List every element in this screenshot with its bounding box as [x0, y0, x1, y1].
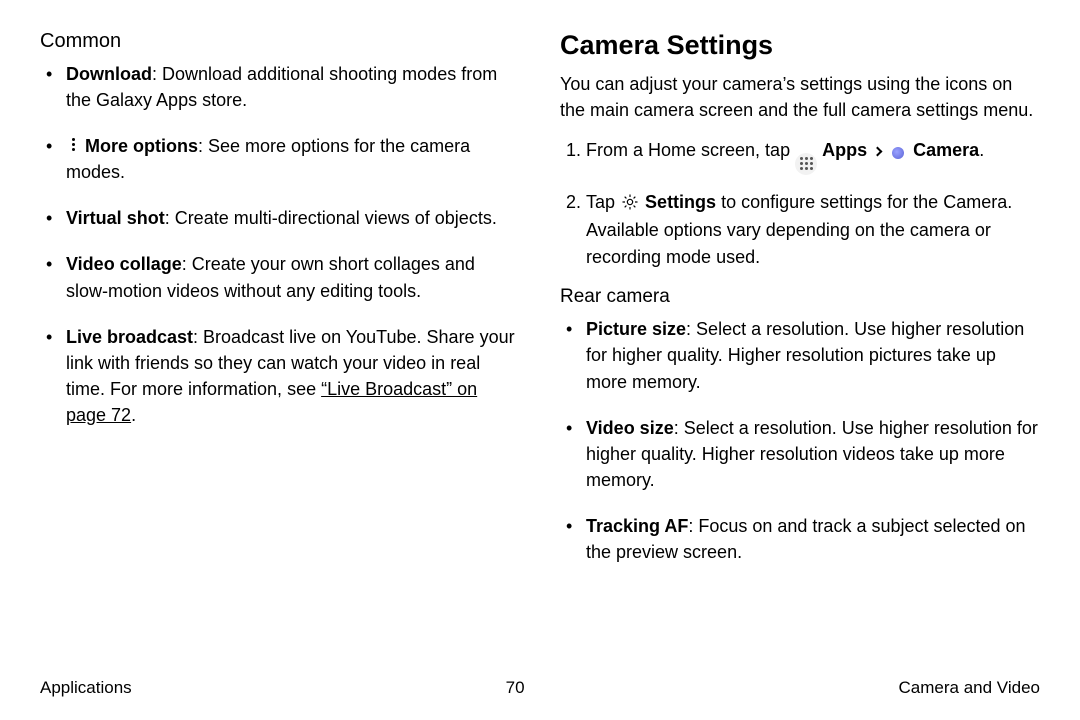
step-1: From a Home screen, tap Apps Camera. — [586, 137, 1040, 175]
step1-pre: From a Home screen, tap — [586, 140, 795, 160]
page-footer: Applications 70 Camera and Video — [40, 670, 1040, 698]
two-column-layout: Common Download: Download additional sho… — [40, 30, 1040, 670]
step-2: Tap Settings to configure settings for t… — [586, 189, 1040, 273]
term-video-collage: Video collage — [66, 254, 182, 274]
term-video-size: Video size — [586, 418, 674, 438]
list-item: More options: See more options for the c… — [66, 133, 520, 185]
rear-camera-list: Picture size: Select a resolution. Use h… — [560, 316, 1040, 565]
apps-icon — [795, 153, 817, 175]
subheading-rear-camera: Rear camera — [560, 286, 1040, 308]
section-heading-common: Common — [40, 30, 520, 53]
footer-right: Camera and Video — [899, 678, 1040, 698]
apps-label: Apps — [822, 140, 867, 160]
camera-label: Camera — [913, 140, 979, 160]
term-virtual-shot: Virtual shot — [66, 208, 165, 228]
manual-page: Common Download: Download additional sho… — [0, 0, 1080, 720]
tail: . — [131, 405, 136, 425]
heading-camera-settings: Camera Settings — [560, 30, 1040, 61]
term-download: Download — [66, 64, 152, 84]
list-item: Video collage: Create your own short col… — [66, 251, 520, 303]
list-item: Live broadcast: Broadcast live on YouTub… — [66, 324, 520, 428]
more-options-icon — [66, 136, 80, 153]
list-item: Download: Download additional shooting m… — [66, 61, 520, 113]
page-number: 70 — [506, 678, 525, 698]
step1-post: . — [979, 140, 984, 160]
term-picture-size: Picture size — [586, 319, 686, 339]
term-live-broadcast: Live broadcast — [66, 327, 193, 347]
list-item: Virtual shot: Create multi-directional v… — [66, 205, 520, 231]
term-more-options: More options — [85, 136, 198, 156]
desc: : Create multi-directional views of obje… — [165, 208, 497, 228]
step2-pre: Tap — [586, 192, 620, 212]
intro-paragraph: You can adjust your camera’s settings us… — [560, 71, 1040, 123]
chevron-right-icon — [873, 147, 883, 157]
list-item: Video size: Select a resolution. Use hig… — [586, 415, 1040, 493]
settings-label: Settings — [645, 192, 716, 212]
list-item: Tracking AF: Focus on and track a subjec… — [586, 513, 1040, 565]
left-column: Common Download: Download additional sho… — [40, 30, 520, 670]
term-tracking-af: Tracking AF — [586, 516, 688, 536]
steps-list: From a Home screen, tap Apps Camera. Tap… — [560, 137, 1040, 272]
gear-icon — [620, 192, 640, 212]
common-list: Download: Download additional shooting m… — [40, 61, 520, 428]
footer-left: Applications — [40, 678, 132, 698]
camera-icon — [888, 143, 908, 163]
right-column: Camera Settings You can adjust your came… — [560, 30, 1040, 670]
list-item: Picture size: Select a resolution. Use h… — [586, 316, 1040, 394]
